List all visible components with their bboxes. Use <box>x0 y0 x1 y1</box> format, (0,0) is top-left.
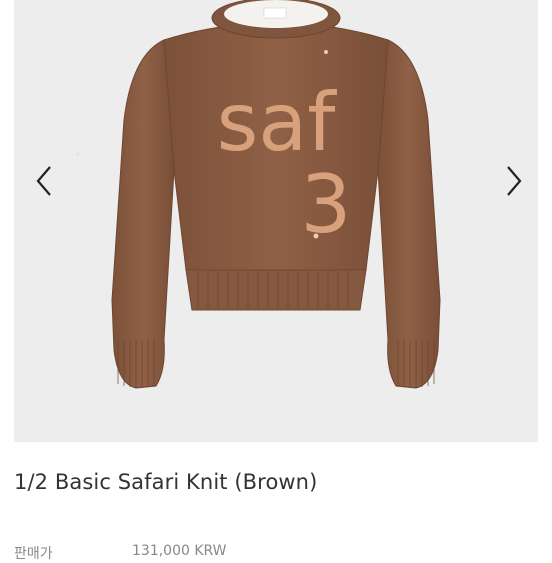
chevron-left-icon <box>36 166 51 196</box>
knit-number: 3 <box>301 158 352 251</box>
product-image-gallery[interactable]: saf 3 <box>14 0 538 442</box>
price-value: 131,000 KRW <box>132 543 227 559</box>
price-label: 판매가 <box>14 546 53 562</box>
knit-letters: saf <box>217 76 338 169</box>
product-image: saf 3 <box>76 0 441 389</box>
product-title: 1/2 Basic Safari Knit (Brown) <box>14 470 318 494</box>
chevron-right-icon <box>507 166 522 196</box>
price-row: 판매가 131,000 KRW <box>14 543 538 563</box>
previous-image-button[interactable] <box>24 160 64 202</box>
next-image-button[interactable] <box>494 160 534 202</box>
